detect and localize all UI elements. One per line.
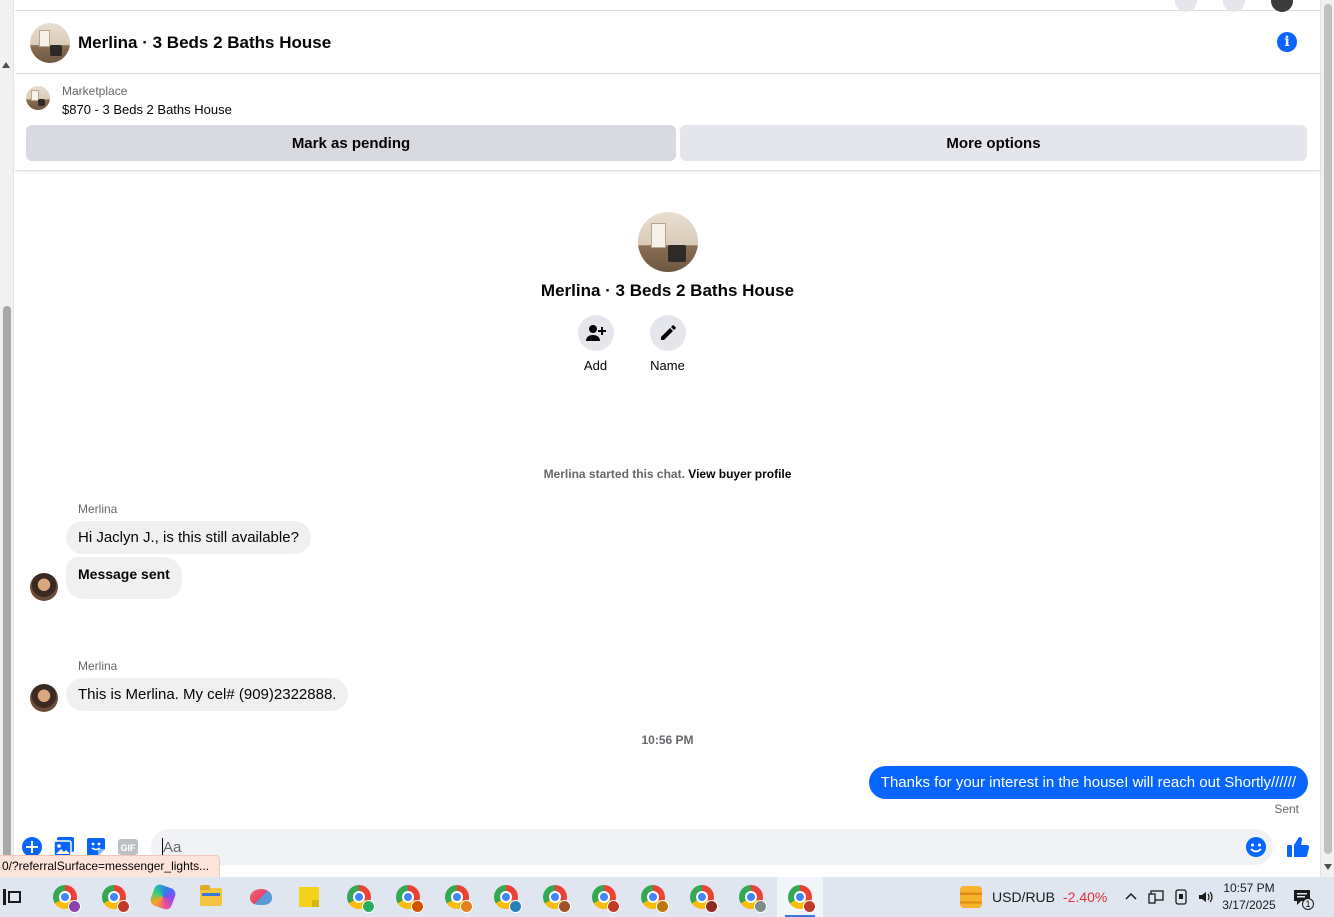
currency-icon (960, 886, 982, 908)
left-scrollbar[interactable] (0, 0, 14, 877)
meet-now-icon[interactable] (1174, 889, 1188, 905)
message-status: Sent (1274, 802, 1299, 816)
network-icon[interactable] (1148, 890, 1164, 904)
task-view-icon[interactable] (0, 877, 30, 917)
chat-started-text: Merlina started this chat. (543, 467, 685, 481)
chat-started-notice: Merlina started this chat. View buyer pr… (15, 467, 1320, 481)
messenger-window: Merlina · 3 Beds 2 Baths House i Marketp… (0, 0, 1334, 917)
name-action[interactable]: Name (649, 315, 686, 373)
conversation-profile: Merlina · 3 Beds 2 Baths House Add Name (15, 205, 1320, 373)
marketplace-listing-bar: Marketplace $870 - 3 Beds 2 Baths House … (15, 75, 1320, 171)
chrome-icon[interactable] (679, 877, 725, 917)
svg-text:GIF: GIF (121, 843, 137, 853)
notification-center[interactable]: 1 (1292, 877, 1314, 917)
listing-title[interactable]: $870 - 3 Beds 2 Baths House (62, 102, 232, 117)
clock-date: 3/17/2025 (1222, 898, 1276, 912)
chat-header: Merlina · 3 Beds 2 Baths House i (15, 12, 1320, 74)
add-label: Add (583, 358, 608, 373)
add-action[interactable]: Add (577, 315, 614, 373)
conversation-title[interactable]: Merlina · 3 Beds 2 Baths House (78, 33, 331, 53)
name-label: Name (650, 358, 685, 373)
scroll-up-arrow-icon[interactable] (2, 62, 10, 68)
windows-taskbar: USD/RUB -2.40% 10:57 PM 3/17/2025 1 (0, 877, 1334, 917)
profile-name: Merlina · 3 Beds 2 Baths House (540, 281, 795, 300)
partial-icon (1223, 0, 1245, 12)
view-buyer-profile-link[interactable]: View buyer profile (688, 467, 791, 481)
snipping-tool-icon[interactable] (238, 877, 284, 917)
partial-avatar (1271, 0, 1293, 12)
ticker-change: -2.40% (1063, 889, 1108, 905)
chrome-icon-active[interactable] (777, 877, 823, 917)
chrome-icon[interactable] (42, 877, 88, 917)
sticky-notes-icon[interactable] (286, 877, 332, 917)
chrome-icon[interactable] (336, 877, 382, 917)
conversation-avatar[interactable] (30, 22, 70, 63)
marketplace-label: Marketplace (62, 84, 128, 98)
copilot-icon[interactable] (140, 877, 186, 917)
top-strip (15, 0, 1320, 12)
sender-avatar[interactable] (30, 573, 58, 601)
link-status-url: 0/?referralSurface=messenger_lights... (0, 855, 221, 877)
outgoing-message[interactable]: Thanks for your interest in the houseI w… (868, 766, 1308, 799)
info-icon[interactable]: i (1277, 32, 1297, 52)
scrollbar-thumb[interactable] (1324, 4, 1332, 854)
listing-thumbnail[interactable] (26, 86, 50, 110)
ticker-label: USD/RUB (992, 889, 1056, 905)
partial-icon (1175, 0, 1197, 12)
currency-widget[interactable]: USD/RUB -2.40% (960, 877, 1107, 917)
incoming-message[interactable]: This is Merlina. My cel# (909)2322888. (66, 678, 349, 711)
message-input[interactable] (163, 837, 1223, 857)
message-sender: Merlina (78, 659, 118, 673)
mark-as-pending-button[interactable]: Mark as pending (26, 125, 676, 161)
chrome-icon[interactable] (434, 877, 480, 917)
chrome-icon[interactable] (581, 877, 627, 917)
chrome-icon[interactable] (630, 877, 676, 917)
file-explorer-icon[interactable] (188, 877, 234, 917)
message-input-box[interactable] (151, 829, 1273, 865)
message-timestamp: 10:56 PM (641, 733, 694, 747)
emoji-icon[interactable] (1245, 836, 1267, 858)
incoming-message[interactable]: Hi Jaclyn J., is this still available? (66, 521, 311, 554)
chrome-icon[interactable] (483, 877, 529, 917)
chrome-icon[interactable] (91, 877, 137, 917)
message-sender: Merlina (78, 502, 118, 516)
sender-avatar[interactable] (30, 684, 58, 712)
profile-avatar[interactable] (637, 212, 698, 272)
scroll-down-arrow-icon[interactable] (1324, 864, 1332, 870)
add-person-icon[interactable] (577, 315, 614, 351)
system-tray (1124, 877, 1214, 917)
volume-icon[interactable] (1198, 890, 1214, 904)
more-options-button[interactable]: More options (680, 125, 1307, 161)
clock-time: 10:57 PM (1223, 881, 1275, 895)
scrollbar-thumb[interactable] (3, 306, 11, 858)
right-scrollbar[interactable] (1320, 0, 1334, 877)
notification-count: 1 (1302, 898, 1314, 910)
system-clock[interactable]: 10:57 PM 3/17/2025 (1214, 880, 1284, 914)
chrome-icon[interactable] (532, 877, 578, 917)
chrome-icon[interactable] (728, 877, 774, 917)
pencil-icon[interactable] (649, 315, 686, 351)
chrome-icon[interactable] (385, 877, 431, 917)
profile-actions: Add Name (0, 315, 1320, 373)
thumbs-up-icon[interactable] (1286, 835, 1310, 858)
incoming-message[interactable]: Message sent (66, 557, 182, 599)
chevron-up-icon[interactable] (1124, 890, 1138, 904)
